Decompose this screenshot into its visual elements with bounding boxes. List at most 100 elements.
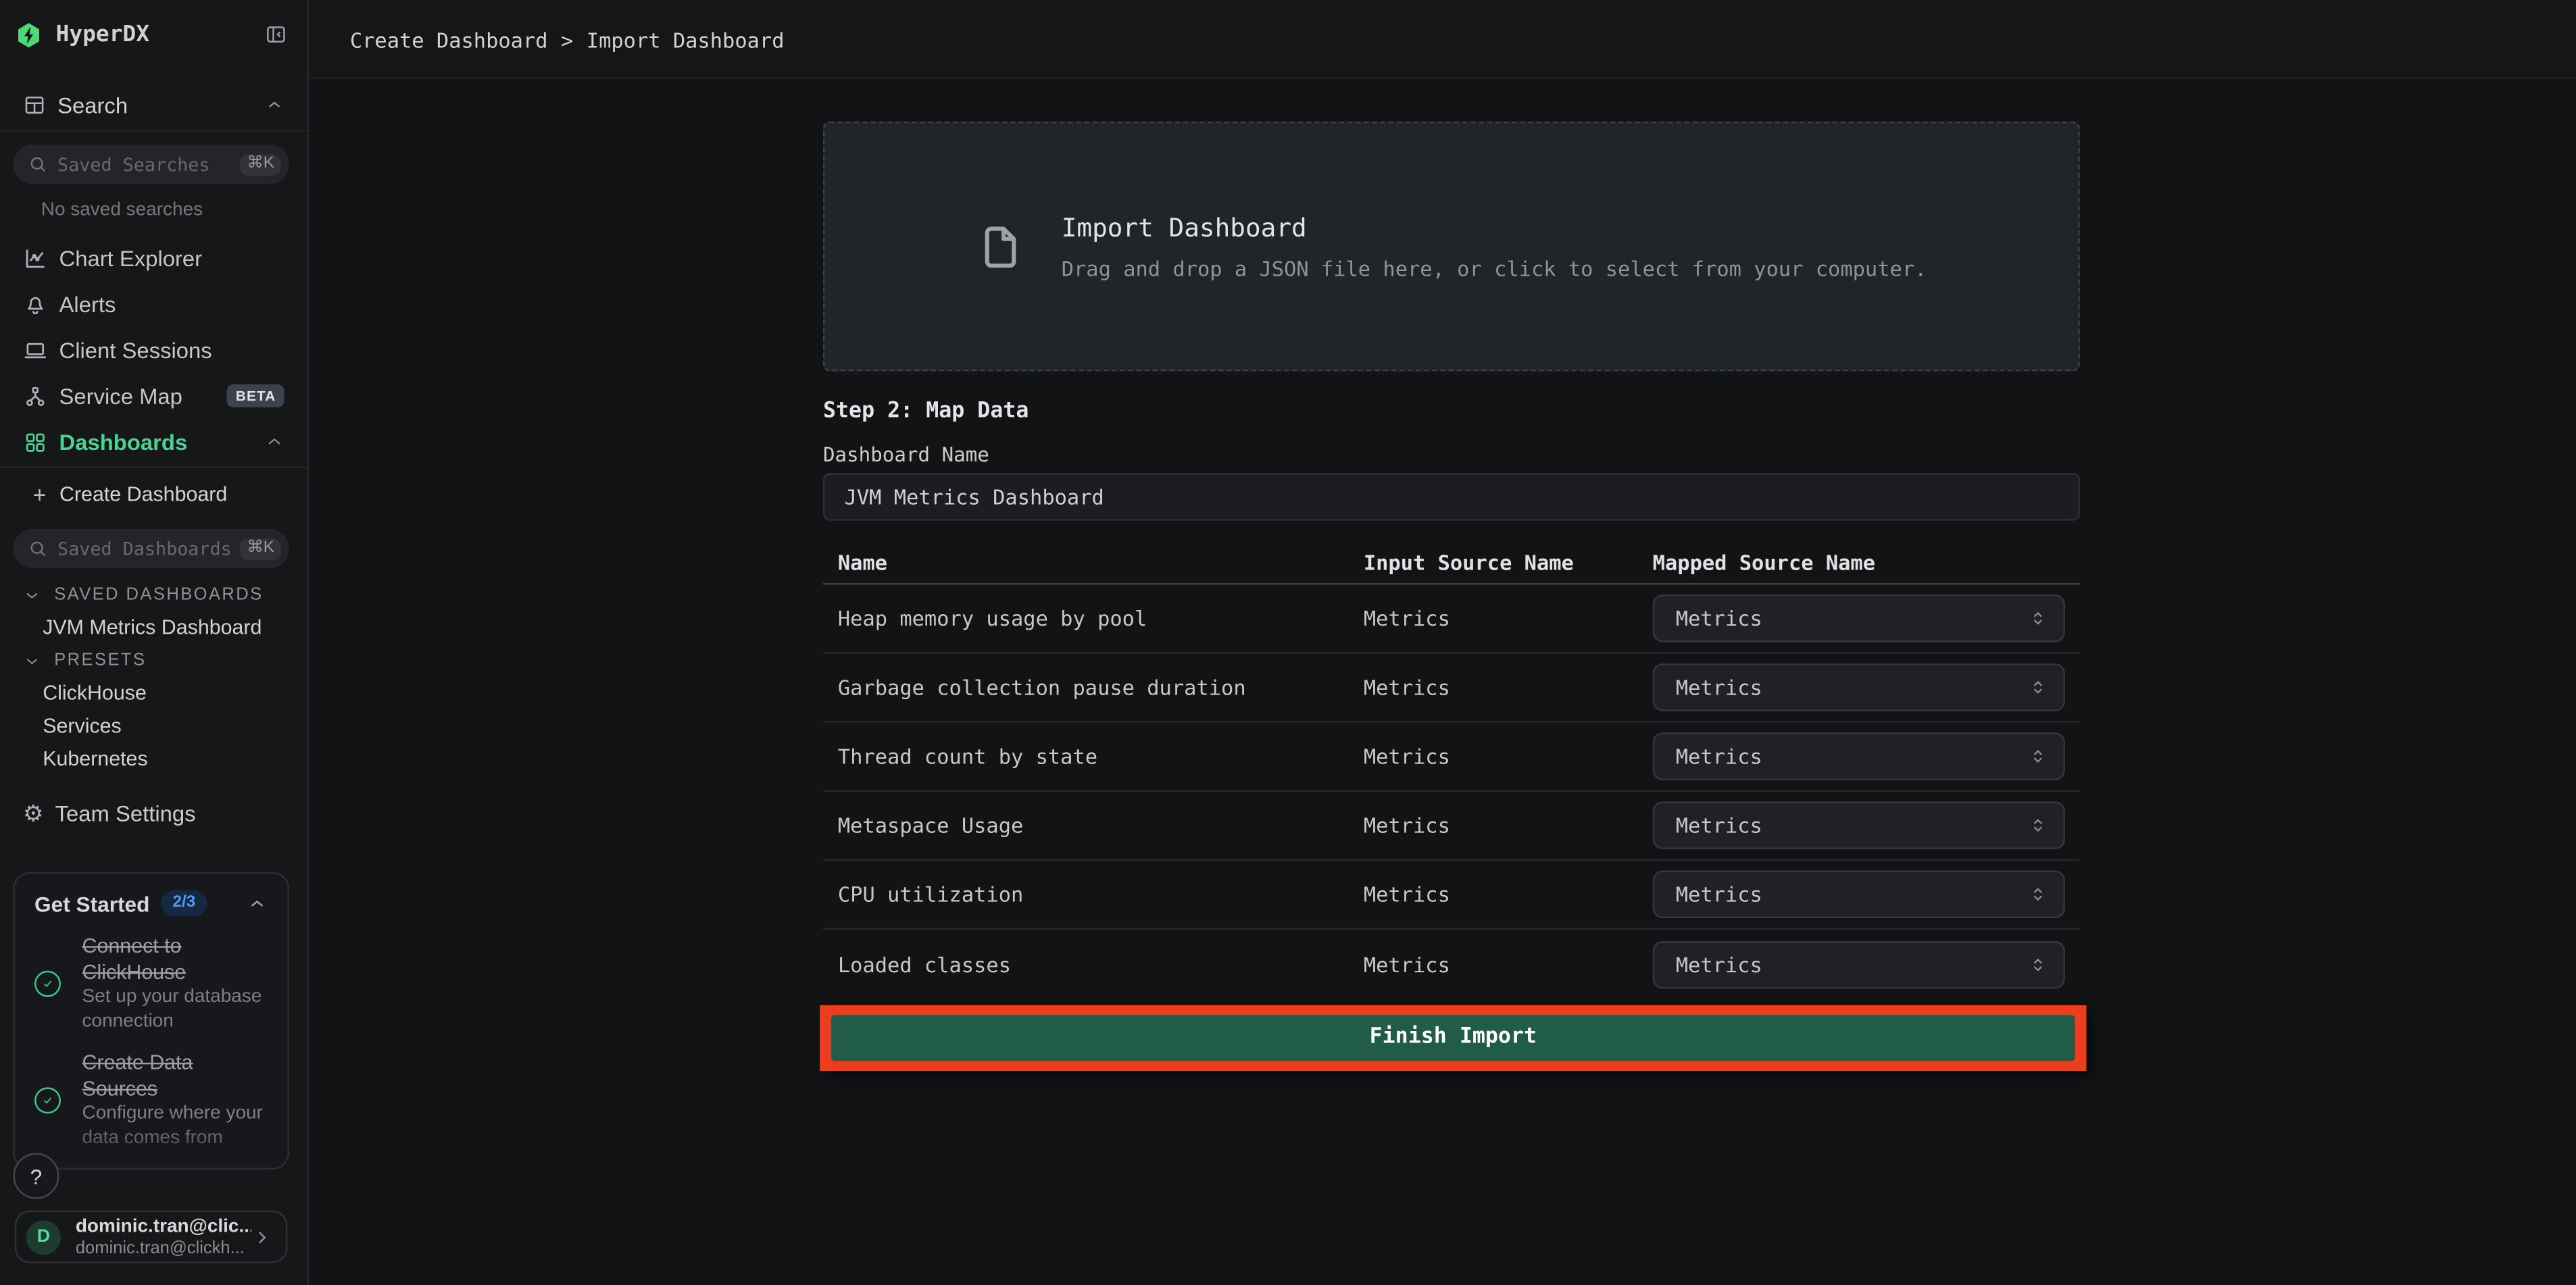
select-updown-icon [2027, 953, 2049, 975]
bell-icon [23, 292, 47, 316]
chevron-down-icon [23, 651, 41, 670]
sidebar-item-client-sessions[interactable]: Client Sessions [0, 327, 307, 373]
sidebar-section-search[interactable]: Search [0, 89, 307, 122]
task-title: Add Data [82, 1166, 240, 1169]
table-row: Heap memory usage by poolMetricsMetrics [823, 584, 2080, 653]
task-text: Add DataStart sending logs, metrics, or … [82, 1166, 240, 1169]
row-name: Metaspace Usage [823, 813, 1364, 837]
import-dropzone[interactable]: Import Dashboard Drag and drop a JSON fi… [823, 122, 2080, 372]
sidebar-item-clickhouse[interactable]: ClickHouse [0, 677, 307, 710]
file-icon [976, 216, 1025, 277]
search-pane-icon [23, 94, 46, 117]
row-input-source: Metrics [1364, 813, 1653, 837]
group-item-label: Services [43, 715, 122, 738]
shortcut-badge: ⌘K [241, 538, 281, 559]
help-button[interactable]: ? [13, 1153, 59, 1199]
group-item-label: ClickHouse [43, 682, 147, 705]
nav-label: Dashboards [59, 430, 265, 454]
nav-label: Client Sessions [59, 338, 284, 362]
breadcrumb-item[interactable]: Create Dashboard [350, 27, 548, 51]
group-label-saved-dashboards[interactable]: SAVED DASHBOARDS [0, 578, 307, 611]
check-circle-icon [34, 971, 61, 997]
breadcrumb: Create Dashboard > Import Dashboard [350, 0, 785, 79]
sidebar-item-kubernetes[interactable]: Kubernetes [0, 742, 307, 776]
divider [0, 130, 307, 131]
sidebar-item-services[interactable]: Services [0, 709, 307, 742]
mapped-source-select[interactable]: Metrics [1653, 595, 2065, 642]
mapped-source-select[interactable]: Metrics [1653, 663, 2065, 711]
dashboard-name-input[interactable]: JVM Metrics Dashboard [823, 473, 2080, 521]
row-mapped-source-cell: Metrics [1653, 732, 2080, 780]
plus-icon: + [33, 483, 47, 506]
beta-badge: BETA [228, 384, 284, 407]
row-input-source: Metrics [1364, 952, 1653, 976]
sidebar-item-chart-explorer[interactable]: Chart Explorer [0, 235, 307, 281]
mapped-source-select[interactable]: Metrics [1653, 940, 2065, 988]
table-row: CPU utilizationMetricsMetrics [823, 861, 2080, 930]
sidebar-item-service-map[interactable]: Service MapBETA [0, 373, 307, 419]
chevron-up-icon [247, 892, 268, 914]
saved-dashboards-placeholder: Saved Dashboards [57, 538, 241, 559]
no-saved-searches-note: No saved searches [41, 201, 203, 220]
dropzone-subtitle: Drag and drop a JSON file here, or click… [1062, 255, 1927, 280]
select-value: Metrics [1676, 882, 2027, 907]
row-mapped-source-cell: Metrics [1653, 940, 2080, 988]
dashboard-name-value: JVM Metrics Dashboard [845, 484, 1104, 509]
row-name: Loaded classes [823, 952, 1364, 976]
table-row: Garbage collection pause durationMetrics… [823, 654, 2080, 723]
saved-searches-placeholder: Saved Searches [57, 153, 241, 175]
get-started-task-create-data-sources[interactable]: Create Data SourcesConfigure where your … [34, 1049, 268, 1151]
task-text: Create Data SourcesConfigure where your … [82, 1049, 268, 1151]
sidebar-collapse-button[interactable] [264, 23, 287, 46]
row-name: Thread count by state [823, 744, 1364, 768]
saved-searches-input[interactable]: Saved Searches ⌘K [13, 145, 289, 184]
user-email: dominic.tran@clickh... [76, 1238, 251, 1257]
chevron-up-icon [264, 432, 284, 451]
finish-import-button[interactable]: Finish Import [831, 1015, 2075, 1060]
get-started-title: Get Started [34, 891, 149, 915]
chevron-up-icon [264, 95, 284, 115]
get-started-header[interactable]: Get Started 2/3 [15, 874, 288, 926]
sidebar: HyperDX Search [0, 0, 309, 1285]
get-started-task-connect-to-clickhouse[interactable]: Connect to ClickHouseSet up your databas… [34, 933, 268, 1035]
col-mapped-source: Mapped Source Name [1653, 550, 2080, 574]
sidebar-item-alerts[interactable]: Alerts [0, 281, 307, 327]
sidebar-item-dashboards[interactable]: Dashboards [0, 419, 307, 465]
row-mapped-source-cell: Metrics [1653, 595, 2080, 642]
logo-row: HyperDX [0, 16, 307, 52]
dropzone-title: Import Dashboard [1062, 213, 1927, 243]
sidebar-nav: Chart Explorer Alerts Client Sessions Servi… [0, 235, 307, 465]
sidebar-item-jvm-metrics-dashboard[interactable]: JVM Metrics Dashboard [0, 611, 307, 644]
group-label-presets[interactable]: PRESETS [0, 644, 307, 677]
row-input-source: Metrics [1364, 882, 1653, 907]
select-updown-icon [2027, 746, 2049, 767]
dropzone-inner: Import Dashboard Drag and drop a JSON fi… [976, 213, 1927, 280]
user-menu[interactable]: D dominic.tran@clic... dominic.tran@clic… [15, 1211, 288, 1263]
select-value: Metrics [1676, 744, 2027, 768]
row-input-source: Metrics [1364, 675, 1653, 699]
laptop-icon [23, 338, 47, 362]
breadcrumb-item[interactable]: Import Dashboard [587, 27, 785, 51]
hyperdx-logo-icon [15, 20, 43, 48]
nav-label: Service Map [59, 384, 228, 408]
mapped-source-select[interactable]: Metrics [1653, 870, 2065, 918]
group-item-label: JVM Metrics Dashboard [43, 616, 262, 639]
search-icon [28, 155, 47, 174]
get-started-tasks: Connect to ClickHouseSet up your databas… [15, 926, 288, 1169]
get-started-task-add-data[interactable]: Add DataStart sending logs, metrics, or … [34, 1166, 268, 1169]
sidebar-item-team-settings[interactable]: ⚙ Team Settings [0, 799, 307, 828]
select-value: Metrics [1676, 606, 2027, 630]
select-updown-icon [2027, 677, 2049, 699]
saved-dashboards-input[interactable]: Saved Dashboards ⌘K [13, 529, 289, 568]
create-dashboard-button[interactable]: + Create Dashboard [0, 480, 307, 509]
team-settings-label: Team Settings [55, 801, 196, 825]
select-value: Metrics [1676, 952, 2027, 976]
mapped-source-select[interactable]: Metrics [1653, 732, 2065, 780]
search-icon [28, 538, 47, 558]
task-description: Set up your database connection [82, 986, 268, 1035]
col-name: Name [823, 550, 1364, 574]
breadcrumb-separator: > [561, 27, 573, 51]
mapped-source-select[interactable]: Metrics [1653, 801, 2065, 849]
content: Import Dashboard Drag and drop a JSON fi… [309, 79, 2576, 1285]
nav-label: Alerts [59, 292, 284, 316]
